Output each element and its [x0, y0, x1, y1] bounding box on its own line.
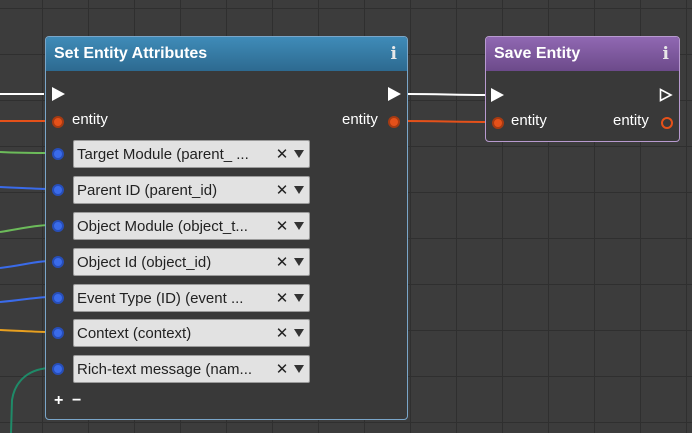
entity-output-pin[interactable] — [388, 116, 400, 128]
field-value: Object Id (object_id) — [77, 253, 212, 271]
parent-id-pin[interactable] — [52, 184, 64, 196]
object-id-pin[interactable] — [52, 256, 64, 268]
dropdown-arrow-icon[interactable] — [289, 258, 309, 266]
clear-icon[interactable]: ✕ — [275, 289, 289, 307]
info-icon[interactable]: i — [391, 44, 397, 64]
exec-output-pin-icon[interactable] — [659, 88, 673, 102]
entity-output-pin[interactable] — [661, 117, 673, 129]
dropdown-arrow-icon[interactable] — [289, 294, 309, 302]
entity-input-pin[interactable] — [492, 117, 504, 129]
rich-text-field[interactable]: Rich-text message (nam... ✕ — [73, 355, 310, 383]
field-value: Event Type (ID) (event ... — [77, 289, 244, 307]
remove-pin-button[interactable]: − — [72, 392, 81, 410]
object-id-field[interactable]: Object Id (object_id) ✕ — [73, 248, 310, 276]
clear-icon[interactable]: ✕ — [275, 145, 289, 163]
entity-input-pin[interactable] — [52, 116, 64, 128]
field-value: Context (context) — [77, 324, 192, 342]
set-entity-attributes-node[interactable]: Set Entity Attributes i entity entity Ta… — [45, 36, 408, 420]
entity-output-label: entity — [613, 112, 649, 129]
parent-id-field[interactable]: Parent ID (parent_id) ✕ — [73, 176, 310, 204]
add-pin-button[interactable]: + — [54, 392, 63, 410]
node-title: Save Entity — [494, 45, 581, 62]
target-module-pin[interactable] — [52, 148, 64, 160]
dropdown-arrow-icon[interactable] — [289, 186, 309, 194]
clear-icon[interactable]: ✕ — [275, 324, 289, 342]
info-icon[interactable]: i — [663, 44, 669, 64]
save-entity-node[interactable]: Save Entity i entity entity — [485, 36, 680, 142]
rich-text-pin[interactable] — [52, 363, 64, 375]
context-field[interactable]: Context (context) ✕ — [73, 319, 310, 347]
field-value: Parent ID (parent_id) — [77, 181, 218, 199]
entity-input-label: entity — [511, 112, 547, 129]
object-module-pin[interactable] — [52, 220, 64, 232]
field-value: Object Module (object_t... — [77, 217, 248, 235]
node-title: Set Entity Attributes — [54, 45, 208, 62]
clear-icon[interactable]: ✕ — [275, 360, 289, 378]
entity-output-label: entity — [342, 111, 378, 128]
dropdown-arrow-icon[interactable] — [289, 222, 309, 230]
exec-wire-middle — [407, 93, 486, 96]
clear-icon[interactable]: ✕ — [275, 181, 289, 199]
clear-icon[interactable]: ✕ — [275, 217, 289, 235]
dropdown-arrow-icon[interactable] — [289, 150, 309, 158]
exec-output-pin[interactable] — [388, 87, 401, 101]
exec-input-pin[interactable] — [52, 87, 65, 101]
field-value: Target Module (parent_ ... — [77, 145, 249, 163]
clear-icon[interactable]: ✕ — [275, 253, 289, 271]
dropdown-arrow-icon[interactable] — [289, 365, 309, 373]
event-type-pin[interactable] — [52, 292, 64, 304]
field-value: Rich-text message (nam... — [77, 360, 253, 378]
context-pin[interactable] — [52, 327, 64, 339]
entity-input-label: entity — [72, 111, 108, 128]
node-header[interactable]: Save Entity i — [486, 37, 679, 71]
node-header[interactable]: Set Entity Attributes i — [46, 37, 407, 71]
event-type-field[interactable]: Event Type (ID) (event ... ✕ — [73, 284, 310, 312]
entity-wire-middle — [401, 120, 493, 123]
target-module-field[interactable]: Target Module (parent_ ... ✕ — [73, 140, 310, 168]
dropdown-arrow-icon[interactable] — [289, 329, 309, 337]
object-module-field[interactable]: Object Module (object_t... ✕ — [73, 212, 310, 240]
exec-input-pin[interactable] — [491, 88, 504, 102]
